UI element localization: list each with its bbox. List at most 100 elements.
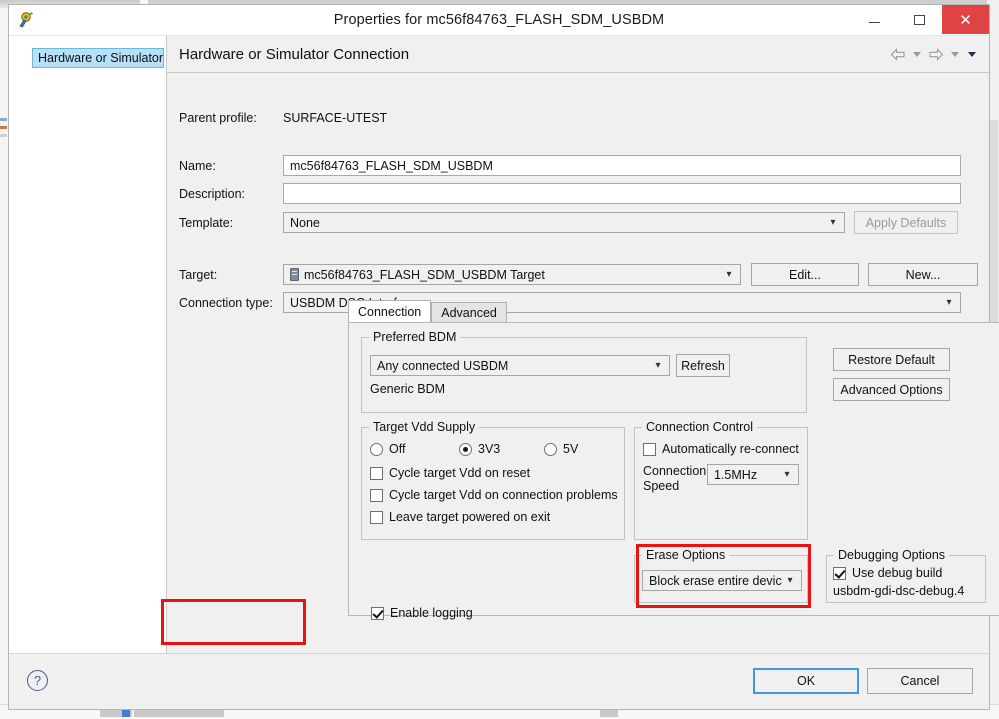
pane-header: Hardware or Simulator Connection [167, 36, 989, 73]
chevron-down-icon: ▾ [946, 297, 952, 308]
chevron-down-icon: ▾ [726, 269, 732, 280]
template-select-value: None [290, 215, 320, 230]
tab-bar: Connection Advanced [348, 300, 507, 323]
connection-control-group: Connection Control Automatically re-conn… [634, 420, 808, 540]
edit-target-button[interactable]: Edit... [751, 263, 859, 286]
background-left-tick [0, 118, 7, 121]
forward-dropdown-caret-icon[interactable] [951, 51, 959, 57]
template-row: Template: None ▾ Apply Defaults [179, 211, 958, 234]
target-select[interactable]: mc56f84763_FLASH_SDM_USBDM Target ▾ [283, 264, 741, 285]
bdm-status-text: Generic BDM [370, 382, 446, 396]
description-label: Description: [179, 186, 245, 201]
name-label: Name: [179, 158, 216, 173]
target-select-value: mc56f84763_FLASH_SDM_USBDM Target [304, 267, 545, 282]
template-select[interactable]: None ▾ [283, 212, 845, 233]
checkbox-leave-target-powered-on-exit[interactable]: Leave target powered on exit [370, 510, 550, 524]
background-left-tick [0, 126, 7, 129]
checkbox-cycle-vdd-on-connection-problems[interactable]: Cycle target Vdd on connection problems [370, 488, 618, 502]
tab-connection[interactable]: Connection [348, 300, 432, 323]
forward-arrow-icon[interactable] [927, 46, 945, 62]
tab-advanced[interactable]: Advanced [431, 302, 507, 323]
minimize-icon [869, 22, 880, 23]
help-icon[interactable]: ? [27, 670, 48, 691]
screen: Properties for mc56f84763_FLASH_SDM_USBD… [0, 0, 999, 719]
checkbox-indicator [370, 510, 383, 524]
description-input[interactable] [283, 183, 961, 204]
page-title: Hardware or Simulator Connection [179, 45, 410, 63]
dialog-body: Hardware or Simulator Connection Hardwar… [9, 36, 999, 656]
checkbox-leave-target-powered-on-exit-label: Leave target powered on exit [389, 510, 551, 524]
target-vdd-supply-group: Target Vdd Supply Off 3V3 5V Cycle targe… [361, 420, 625, 540]
debugging-options-title: Debugging Options [834, 548, 950, 562]
restore-default-button[interactable]: Restore Default [833, 348, 950, 371]
refresh-bdm-label: Refresh [681, 358, 725, 373]
back-dropdown-caret-icon[interactable] [913, 51, 921, 57]
app-icon [13, 9, 39, 31]
advanced-options-button[interactable]: Advanced Options [833, 378, 950, 401]
help-label: ? [33, 673, 42, 688]
checkbox-indicator-checked [833, 566, 846, 580]
checkbox-indicator [643, 442, 656, 456]
template-label: Template: [179, 215, 234, 230]
checkbox-use-debug-build-label: Use debug build [852, 566, 943, 580]
close-icon: ✕ [959, 11, 972, 29]
cancel-button[interactable]: Cancel [867, 668, 973, 694]
target-vdd-supply-title: Target Vdd Supply [369, 420, 480, 434]
window-controls: ✕ [852, 5, 989, 35]
connection-speed-label-line2: Speed [643, 479, 680, 493]
view-menu-caret-icon[interactable] [968, 51, 976, 57]
window-title: Properties for mc56f84763_FLASH_SDM_USBD… [333, 12, 665, 28]
debug-build-name: usbdm-gdi-dsc-debug.4 [833, 584, 965, 598]
new-target-button[interactable]: New... [868, 263, 978, 286]
description-row: Description: [179, 183, 961, 204]
minimize-button[interactable] [852, 5, 897, 34]
parent-profile-row: Parent profile: SURFACE-UTEST [179, 111, 387, 125]
properties-dialog: Properties for mc56f84763_FLASH_SDM_USBD… [8, 4, 999, 710]
checkbox-use-debug-build[interactable]: Use debug build [833, 566, 942, 580]
background-left-tick [0, 134, 7, 137]
maximize-button[interactable] [897, 5, 942, 34]
radio-indicator-selected [459, 442, 472, 456]
highlight-enable-logging [161, 599, 306, 645]
radio-vdd-3v3[interactable]: 3V3 [459, 442, 500, 456]
refresh-bdm-button[interactable]: Refresh [676, 354, 730, 377]
checkbox-cycle-vdd-on-reset-label: Cycle target Vdd on reset [389, 466, 531, 480]
checkbox-automatically-reconnect[interactable]: Automatically re-connect [643, 442, 799, 456]
tab-advanced-label: Advanced [441, 306, 497, 320]
dialog-footer: ? OK Cancel [9, 653, 989, 709]
chevron-down-icon: ▾ [655, 360, 661, 371]
restore-default-label: Restore Default [848, 352, 935, 367]
radio-indicator [544, 442, 557, 456]
name-row: Name: mc56f84763_FLASH_SDM_USBDM [179, 155, 961, 176]
settings-pane: Hardware or Simulator Connection Parent … [161, 36, 999, 656]
preferred-bdm-select[interactable]: Any connected USBDM ▾ [370, 355, 670, 376]
checkbox-enable-logging[interactable]: Enable logging [371, 606, 473, 620]
close-button[interactable]: ✕ [942, 5, 989, 34]
advanced-options-label: Advanced Options [840, 382, 943, 397]
checkbox-indicator [370, 488, 383, 502]
ok-button[interactable]: OK [753, 668, 859, 694]
checkbox-indicator-checked [371, 606, 384, 620]
radio-vdd-5v[interactable]: 5V [544, 442, 578, 456]
chevron-down-icon: ▾ [830, 217, 836, 228]
chevron-down-icon: ▾ [784, 469, 790, 480]
sidebar-item-hardware-or-simulator-connection[interactable]: Hardware or Simulator Connection [32, 48, 164, 68]
connection-speed-label: Connection Speed [643, 464, 706, 494]
connection-speed-value: 1.5MHz [714, 467, 758, 482]
checkbox-cycle-vdd-on-reset[interactable]: Cycle target Vdd on reset [370, 466, 530, 480]
name-input[interactable]: mc56f84763_FLASH_SDM_USBDM [283, 155, 961, 176]
radio-vdd-3v3-label: 3V3 [478, 442, 501, 456]
connection-type-row: Connection type: USBDM DSC Interface ▾ [179, 292, 961, 313]
radio-vdd-off[interactable]: Off [370, 442, 405, 456]
checkbox-indicator [370, 466, 383, 480]
debugging-options-group: Debugging Options Use debug build usbdm-… [826, 548, 986, 603]
back-arrow-icon[interactable] [889, 46, 907, 62]
connection-speed-select[interactable]: 1.5MHz ▾ [707, 464, 799, 485]
connection-tab-panel: Preferred BDM Any connected USBDM ▾ Refr… [348, 322, 999, 620]
ok-label: OK [796, 674, 816, 688]
checkbox-cycle-vdd-on-connection-problems-label: Cycle target Vdd on connection problems [389, 488, 618, 502]
erase-options-select[interactable]: Block erase entire device ▾ [642, 570, 802, 591]
apply-defaults-button[interactable]: Apply Defaults [854, 211, 958, 234]
erase-options-value: Block erase entire device [649, 573, 782, 588]
title-bar[interactable]: Properties for mc56f84763_FLASH_SDM_USBD… [9, 5, 989, 36]
